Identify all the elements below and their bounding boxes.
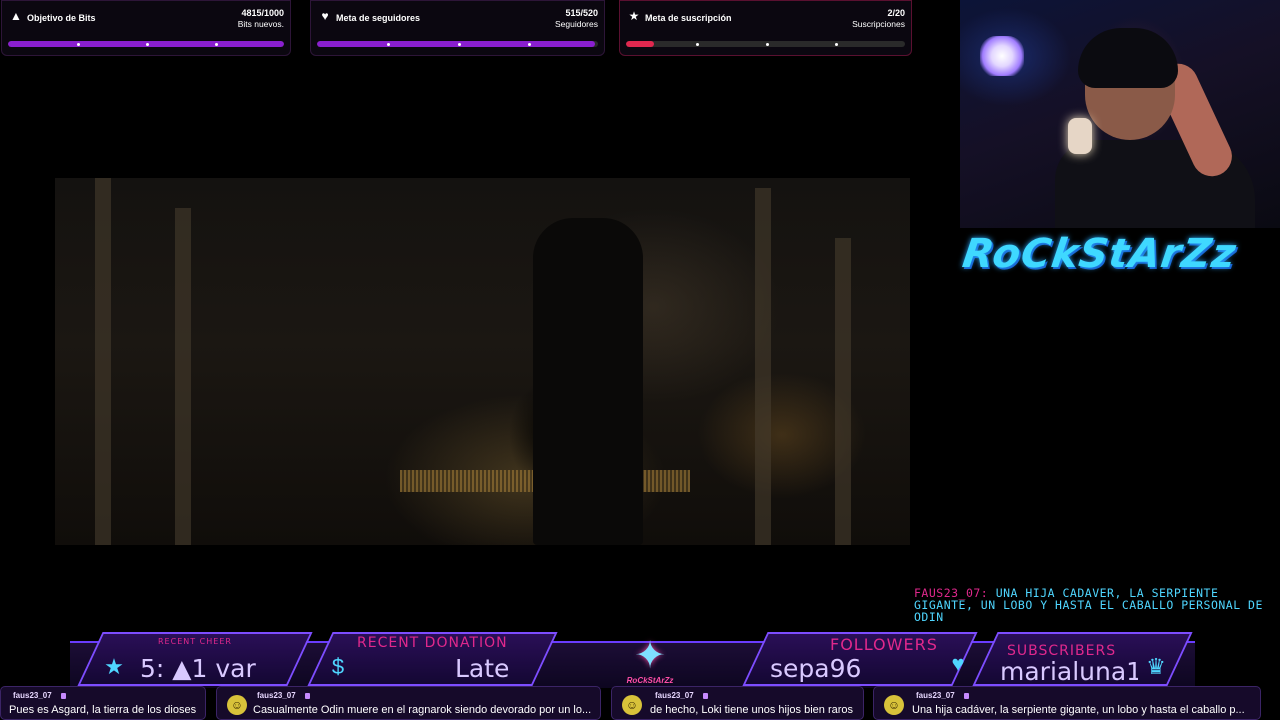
star-icon: ★	[628, 9, 640, 23]
progress-marker	[215, 43, 218, 46]
heart-icon: ♥	[951, 651, 965, 676]
goal-value: 4815/1000	[241, 8, 284, 18]
webcam-feed	[960, 0, 1280, 228]
avatar-icon: ☺	[884, 695, 904, 715]
center-logo: ✦ RoCkStArZz	[620, 636, 680, 686]
microphone	[1068, 118, 1092, 154]
chat-card: faus23_07 Pues es Asgard, la tierra de l…	[0, 686, 206, 720]
goal-progress-track	[8, 41, 284, 47]
recent-cheer-value: 5: ▲1 var	[140, 654, 256, 683]
goal-progress-track	[626, 41, 905, 47]
goal-subtitle: Suscripciones	[852, 19, 905, 29]
goal-progress-track	[317, 41, 598, 47]
streamer-hair	[1078, 28, 1178, 88]
center-logo-text: RoCkStArZz	[626, 676, 674, 685]
goal-widget-followers: ♥ Meta de seguidores 515/520 Seguidores	[310, 0, 605, 56]
progress-marker	[527, 43, 531, 46]
trophy-icon: ♛	[1146, 654, 1166, 679]
chat-overlay-message: FAUS23_07: UNA HIJA CADAVER, LA SERPIENT…	[914, 587, 1274, 623]
chat-card-text: Pues es Asgard, la tierra de los dioses	[9, 704, 197, 716]
goal-subtitle: Bits nuevos.	[237, 19, 284, 29]
money-icon: $	[331, 654, 345, 679]
chat-card-user: faus23_07	[13, 691, 52, 700]
goal-progress-fill	[317, 41, 596, 47]
recent-donation-label: RECENT DONATION	[357, 635, 508, 651]
recent-donation-value: Late	[455, 654, 510, 683]
video-silhouette	[533, 218, 643, 545]
chat-card: ☺ faus23_07 Casualmente Odin muere en el…	[216, 686, 601, 720]
chat-card-text: de hecho, Loki tiene unos hijos bien rar…	[650, 704, 854, 716]
channel-logo: RoCkStArZz	[959, 231, 1240, 277]
goal-value: 2/20	[887, 8, 905, 18]
goal-subtitle: Seguidores	[554, 19, 598, 29]
star-icon: ★	[104, 654, 124, 679]
badge-icon	[703, 693, 708, 699]
video-scenery	[835, 238, 851, 545]
progress-marker	[457, 43, 461, 46]
goal-widget-bits: ▲ Objetivo de Bits 4815/1000 Bits nuevos…	[1, 0, 291, 56]
progress-marker	[146, 43, 149, 46]
goal-value: 515/520	[565, 8, 598, 18]
video-scenery	[175, 208, 191, 545]
bits-icon: ▲	[10, 9, 22, 23]
chat-card-user: faus23_07	[655, 691, 694, 700]
badge-icon	[61, 693, 66, 699]
goal-title: Meta de seguidores	[336, 13, 421, 23]
goal-title: Objetivo de Bits	[27, 13, 96, 23]
heart-icon: ♥	[321, 9, 329, 23]
chat-card-user: faus23_07	[257, 691, 296, 700]
progress-marker	[835, 43, 839, 46]
goal-progress-fill	[626, 41, 654, 47]
chat-card-text: Casualmente Odin muere en el ragnarok si…	[253, 704, 592, 716]
avatar-icon: ☺	[227, 695, 247, 715]
progress-marker	[765, 43, 769, 46]
recent-cheer-label: RECENT CHEER	[158, 637, 232, 646]
lamp-decoration	[980, 36, 1024, 76]
badge-icon	[305, 693, 310, 699]
video-scenery	[755, 188, 771, 545]
chat-card: ☺ faus23_07 de hecho, Loki tiene unos hi…	[611, 686, 864, 720]
video-scenery	[95, 178, 111, 545]
chat-card-text: Una hija cadáver, la serpiente gigante, …	[912, 704, 1245, 716]
progress-marker	[695, 43, 699, 46]
chat-card: ☺ faus23_07 Una hija cadáver, la serpien…	[873, 686, 1261, 720]
followers-value: sepa96	[770, 654, 862, 683]
subscribers-value: marialuna1	[1000, 657, 1138, 686]
badge-icon	[964, 693, 969, 699]
goal-widget-subs: ★ Meta de suscripción 2/20 Suscripciones	[619, 0, 912, 56]
logo-star-icon: ✦	[634, 635, 666, 677]
avatar-icon: ☺	[622, 695, 642, 715]
goal-title: Meta de suscripción	[645, 13, 732, 23]
video-player[interactable]	[55, 178, 910, 545]
followers-label: FOLLOWERS	[830, 635, 938, 654]
chat-card-user: faus23_07	[916, 691, 955, 700]
progress-marker	[77, 43, 80, 46]
